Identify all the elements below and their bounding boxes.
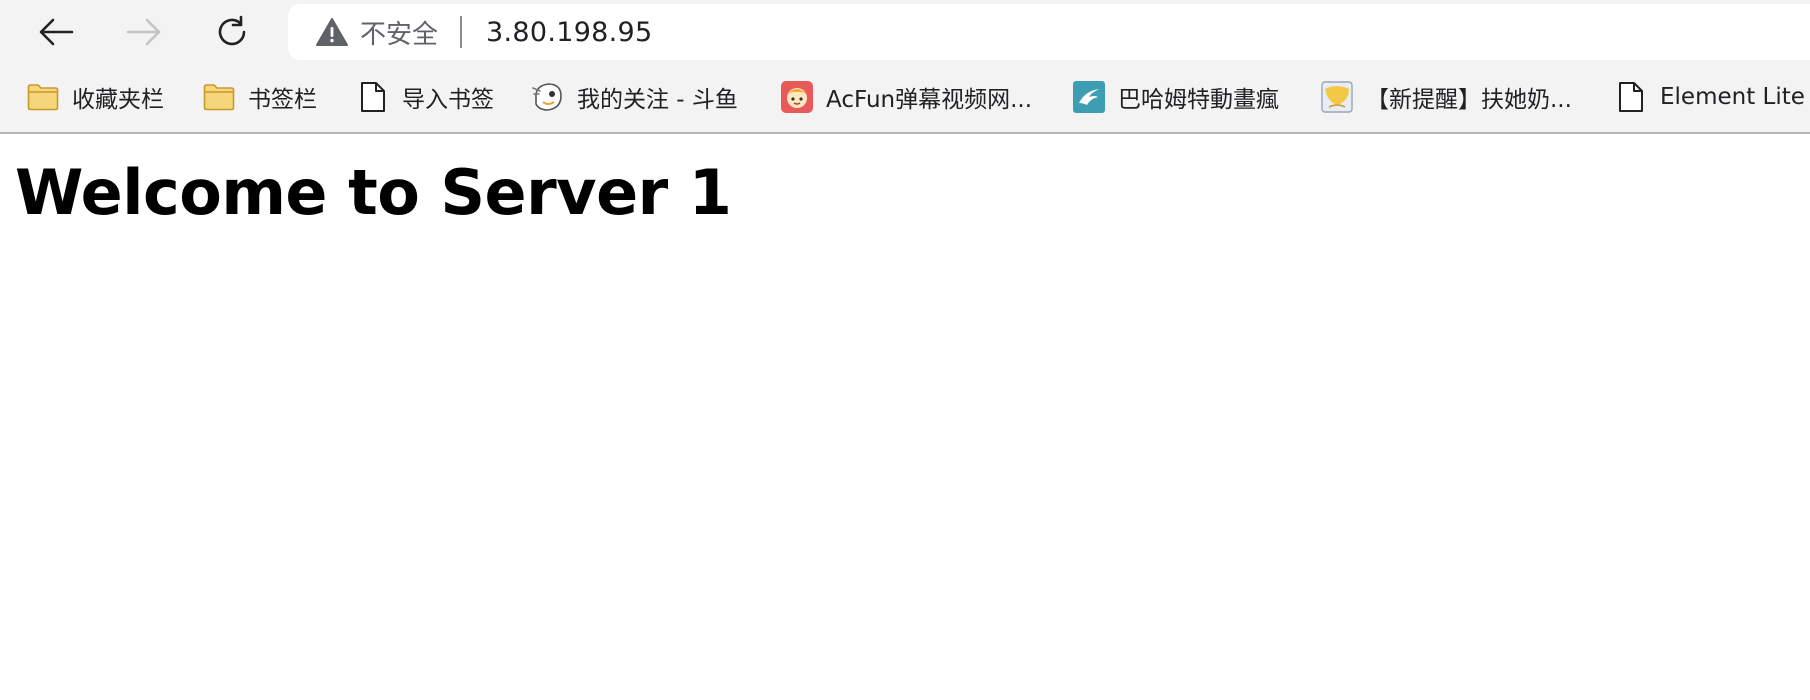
page-icon xyxy=(356,80,390,114)
folder-icon xyxy=(26,80,60,114)
bookmark-folder-favorites[interactable]: 收藏夹栏 xyxy=(26,78,164,116)
bookmark-douyu[interactable]: 我的关注 - 斗鱼 xyxy=(531,78,738,116)
bookmark-element-lite[interactable]: Element Lite xyxy=(1614,78,1805,116)
page-heading: Welcome to Server 1 xyxy=(15,156,732,229)
address-bar[interactable]: 不安全 3.80.198.95 xyxy=(288,4,1810,60)
arrow-left-icon xyxy=(39,18,74,46)
bookmark-label: Element Lite xyxy=(1660,84,1805,110)
reload-icon xyxy=(218,15,246,46)
douyu-icon xyxy=(531,80,565,114)
bookmark-label: 巴哈姆特動畫瘋 xyxy=(1118,87,1279,113)
bookmark-label: AcFun弹幕视频网... xyxy=(826,87,1033,113)
site-favicon-icon xyxy=(1320,80,1354,114)
bookmarks-bar: 收藏夹栏 书签栏 导入书签 我的关注 - 斗鱼 AcFun弹幕视频网... 巴哈… xyxy=(0,62,1810,134)
bookmark-acfun[interactable]: AcFun弹幕视频网... xyxy=(780,78,1032,116)
omnibox-divider xyxy=(460,16,463,48)
page-content: Welcome to Server 1 xyxy=(0,134,1810,700)
acfun-icon xyxy=(780,80,814,114)
bookmark-folder-bookmarks-bar[interactable]: 书签栏 xyxy=(202,78,317,116)
bookmark-label: 我的关注 - 斗鱼 xyxy=(577,87,738,113)
forward-button[interactable] xyxy=(122,10,166,54)
browser-toolbar: 不安全 3.80.198.95 xyxy=(0,0,1810,62)
reload-button[interactable] xyxy=(210,10,254,54)
arrow-right-icon xyxy=(126,18,161,46)
bookmark-label: 收藏夹栏 xyxy=(72,87,164,113)
folder-icon xyxy=(202,80,236,114)
back-button[interactable] xyxy=(34,10,78,54)
security-status-label[interactable]: 不安全 xyxy=(360,14,438,51)
bookmark-label: 导入书签 xyxy=(402,87,494,113)
page-icon xyxy=(1614,80,1648,114)
bookmark-forum-reminder[interactable]: 【新提醒】扶她奶... xyxy=(1320,78,1572,116)
warning-triangle-icon[interactable] xyxy=(314,16,350,48)
bookmark-label: 书签栏 xyxy=(248,87,317,113)
bookmark-bahamut[interactable]: 巴哈姆特動畫瘋 xyxy=(1072,78,1279,116)
bookmark-label: 【新提醒】扶她奶... xyxy=(1366,87,1572,113)
url-text[interactable]: 3.80.198.95 xyxy=(486,17,652,48)
bahamut-icon xyxy=(1072,80,1106,114)
bookmark-import[interactable]: 导入书签 xyxy=(356,78,494,116)
